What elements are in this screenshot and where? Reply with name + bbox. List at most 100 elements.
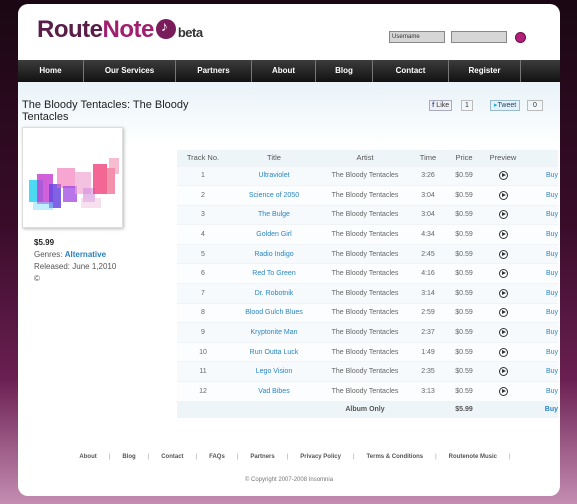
track-title-link[interactable]: Science of 2050 bbox=[229, 185, 319, 206]
track-artist: The Bloody Tentacles bbox=[319, 185, 411, 206]
track-price: $0.59 bbox=[445, 322, 483, 343]
buy-link[interactable]: Buy bbox=[523, 322, 558, 343]
logo-route-text: Route bbox=[37, 16, 103, 43]
nav-partners[interactable]: Partners bbox=[176, 60, 252, 82]
like-count: 1 bbox=[461, 100, 473, 111]
buy-link[interactable]: Buy bbox=[523, 341, 558, 362]
buy-link[interactable]: Buy bbox=[523, 381, 558, 402]
track-title-link[interactable]: Kryptonite Man bbox=[229, 322, 319, 343]
track-time: 1:49 bbox=[411, 341, 445, 362]
track-title-link[interactable]: Ultraviolet bbox=[229, 165, 319, 186]
col-title: Title bbox=[229, 150, 319, 166]
track-price: $0.59 bbox=[445, 341, 483, 362]
footer-link-about[interactable]: About bbox=[67, 454, 108, 460]
footer-link-partners[interactable]: Partners bbox=[238, 454, 286, 460]
preview-cell bbox=[483, 224, 523, 245]
play-icon[interactable] bbox=[498, 288, 508, 298]
track-price: $0.59 bbox=[445, 263, 483, 284]
track-title-link[interactable]: Lego Vision bbox=[229, 361, 319, 382]
play-icon[interactable] bbox=[498, 190, 508, 200]
play-icon[interactable] bbox=[498, 328, 508, 338]
album-title: The Bloody Tentacles: The Bloody Tentacl… bbox=[22, 99, 189, 123]
buy-link[interactable]: Buy bbox=[523, 224, 558, 245]
release-date: Released: June 1,2010 bbox=[34, 262, 117, 271]
track-artist: The Bloody Tentacles bbox=[319, 302, 411, 323]
track-row: 11 Lego Vision The Bloody Tentacles 2:35 $0.… bbox=[177, 361, 558, 382]
buy-link[interactable]: Buy bbox=[523, 283, 558, 304]
track-row: 3 The Bulge The Bloody Tentacles 3:04 $0.59 B… bbox=[177, 204, 558, 225]
routenote-logo[interactable]: RouteNote beta bbox=[37, 16, 203, 44]
genres-label: Genres: bbox=[34, 250, 63, 259]
login-button[interactable] bbox=[515, 32, 526, 43]
track-artist: The Bloody Tentacles bbox=[319, 341, 411, 362]
play-icon[interactable] bbox=[498, 347, 508, 357]
play-icon[interactable] bbox=[498, 249, 508, 259]
track-title-link[interactable]: Run Outta Luck bbox=[229, 341, 319, 362]
play-icon[interactable] bbox=[498, 367, 508, 377]
footer-link-contact[interactable]: Contact bbox=[149, 454, 195, 460]
track-price: $0.59 bbox=[445, 302, 483, 323]
track-title-link[interactable]: The Bulge bbox=[229, 204, 319, 225]
footer-link-terms[interactable]: Terms & Conditions bbox=[355, 454, 436, 460]
play-icon[interactable] bbox=[498, 308, 508, 318]
track-artist: The Bloody Tentacles bbox=[319, 204, 411, 225]
nav-about[interactable]: About bbox=[252, 60, 316, 82]
footer-nav: About | Blog | Contact | FAQs | Partners | Pr… bbox=[18, 450, 560, 464]
footer-link-faqs[interactable]: FAQs bbox=[197, 454, 237, 460]
buy-link[interactable]: Buy bbox=[523, 204, 558, 225]
header: RouteNote beta Username bbox=[18, 4, 560, 60]
nav-contact[interactable]: Contact bbox=[373, 60, 449, 82]
track-title-link[interactable]: Dr. Robotnik bbox=[229, 283, 319, 304]
tweet-button[interactable]: ▸Tweet bbox=[490, 100, 521, 111]
preview-cell bbox=[483, 361, 523, 382]
album-info: $5.99 Genres: Alternative Released: June… bbox=[34, 237, 116, 285]
buy-link[interactable]: Buy bbox=[523, 185, 558, 206]
genre-link[interactable]: Alternative bbox=[65, 250, 106, 259]
preview-cell bbox=[483, 243, 523, 264]
preview-cell bbox=[483, 302, 523, 323]
track-title-link[interactable]: Golden Girl bbox=[229, 224, 319, 245]
album-only-buy-link[interactable]: Buy bbox=[523, 400, 558, 419]
play-icon[interactable] bbox=[498, 386, 508, 396]
col-price: Price bbox=[445, 150, 483, 166]
track-row: 5 Radio Indigo The Bloody Tentacles 2:45 $0.… bbox=[177, 243, 558, 264]
album-price: $5.99 bbox=[34, 238, 55, 247]
play-icon[interactable] bbox=[498, 269, 508, 279]
track-row: 12 Vad Bibes The Bloody Tentacles 3:13 $0.59… bbox=[177, 381, 558, 402]
buy-link[interactable]: Buy bbox=[523, 302, 558, 323]
buy-link[interactable]: Buy bbox=[523, 263, 558, 284]
nav-register[interactable]: Register bbox=[449, 60, 521, 82]
copyright-text: © Copyright 2007-2008 Insomnia bbox=[244, 477, 334, 483]
track-number: 12 bbox=[177, 381, 229, 402]
facebook-like-button[interactable]: f Like bbox=[429, 100, 453, 111]
nav-home[interactable]: Home bbox=[18, 60, 84, 82]
track-number: 3 bbox=[177, 204, 229, 225]
password-field[interactable] bbox=[451, 31, 507, 43]
nav-blog[interactable]: Blog bbox=[316, 60, 373, 82]
footer-link-privacy[interactable]: Privacy Policy bbox=[288, 454, 353, 460]
buy-link[interactable]: Buy bbox=[523, 243, 558, 264]
preview-cell bbox=[483, 341, 523, 362]
main-nav: Home Our Services Partners About Blog Co… bbox=[18, 60, 560, 82]
play-icon[interactable] bbox=[498, 171, 508, 181]
track-time: 3:04 bbox=[411, 204, 445, 225]
play-icon[interactable] bbox=[498, 230, 508, 240]
nav-our-services[interactable]: Our Services bbox=[84, 60, 176, 82]
track-time: 2:37 bbox=[411, 322, 445, 343]
preview-cell bbox=[483, 322, 523, 343]
buy-link[interactable]: Buy bbox=[523, 165, 558, 186]
preview-cell bbox=[483, 381, 523, 402]
username-field[interactable]: Username bbox=[389, 31, 445, 43]
track-title-link[interactable]: Vad Bibes bbox=[229, 381, 319, 402]
track-time: 2:45 bbox=[411, 243, 445, 264]
col-artist: Artist bbox=[319, 150, 411, 166]
music-note-icon bbox=[155, 18, 176, 39]
track-title-link[interactable]: Radio Indigo bbox=[229, 243, 319, 264]
track-title-link[interactable]: Red To Green bbox=[229, 263, 319, 284]
play-icon[interactable] bbox=[498, 210, 508, 220]
footer-link-routenote-music[interactable]: Routenote Music bbox=[437, 454, 509, 460]
track-number: 2 bbox=[177, 185, 229, 206]
footer-link-blog[interactable]: Blog bbox=[110, 454, 147, 460]
buy-link[interactable]: Buy bbox=[523, 361, 558, 382]
track-title-link[interactable]: Blood Gulch Blues bbox=[229, 302, 319, 323]
